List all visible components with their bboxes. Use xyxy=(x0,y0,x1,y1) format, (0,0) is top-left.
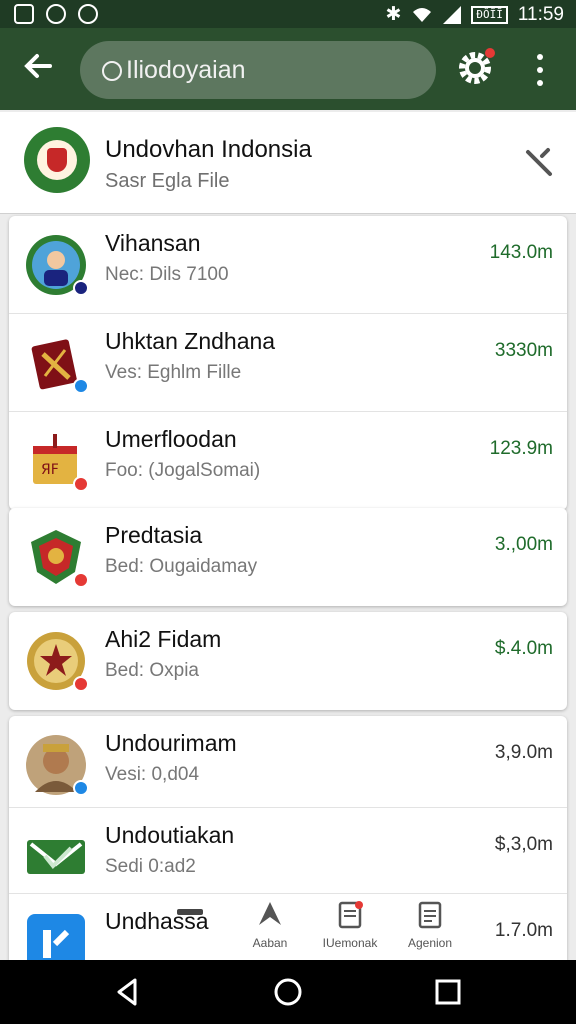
tab-iuemonak[interactable]: IUemonak xyxy=(310,895,390,959)
recents-icon[interactable] xyxy=(432,976,464,1008)
gallery-icon xyxy=(14,4,34,24)
item-size: 143.0m xyxy=(489,242,553,263)
list-item[interactable]: Ahi2 Fidam Bed: Oxpia $.4.0m xyxy=(9,612,567,710)
tab-agenion[interactable]: Agenion xyxy=(390,895,470,959)
item-size: 3,9.0m xyxy=(494,742,553,763)
list-item[interactable]: ЯF Umerfloodan Foo: (JogalSomai) 123.9m xyxy=(9,412,567,510)
emblem-logo xyxy=(24,127,90,193)
item-name: Ahi2 Fidam xyxy=(105,626,222,652)
tab-label: Agenion xyxy=(407,936,453,950)
app-icon xyxy=(25,234,89,296)
notification-dot xyxy=(485,48,495,58)
home-icon[interactable] xyxy=(272,976,304,1008)
item-name: Undourimam xyxy=(105,730,237,756)
item-name: Predtasia xyxy=(105,522,203,548)
svg-text:ЯF: ЯF xyxy=(41,462,59,478)
file-group-card: Vihansan Nec: Dils 7100 143.0m Uhktan Zn… xyxy=(9,216,567,510)
item-size: 123.9m xyxy=(489,438,553,459)
tools-icon[interactable] xyxy=(522,146,556,180)
mail-icon xyxy=(25,826,87,888)
item-subtitle: Nec: Dils 7100 xyxy=(105,264,229,285)
file-card: Predtasia Bed: Ougaidamay 3.,00m xyxy=(9,508,567,606)
document-icon xyxy=(418,901,442,929)
search-icon xyxy=(102,61,122,81)
item-size: 3330m xyxy=(494,340,553,361)
back-icon[interactable] xyxy=(111,976,143,1008)
tab-label: Aaban xyxy=(252,936,288,950)
arrow-left-icon xyxy=(24,54,52,78)
header-title: Undovhan Indonsia xyxy=(105,136,312,163)
signal-icon xyxy=(443,5,462,24)
clock: 11:59 xyxy=(517,3,564,25)
app-bar: Iliodoyaian xyxy=(0,28,576,110)
item-name: Undoutiakan xyxy=(105,822,235,848)
more-options-button[interactable] xyxy=(530,54,550,86)
status-badge xyxy=(73,378,89,394)
folder-icon xyxy=(177,909,203,915)
tab-label: IUemonak xyxy=(322,936,378,950)
item-size: 1.7.0m xyxy=(494,920,553,941)
settings-button[interactable] xyxy=(457,48,495,86)
battery-icon: ĐŎĨĨ xyxy=(471,5,508,24)
app-icon xyxy=(25,332,89,394)
doc-notify-icon xyxy=(338,901,363,929)
status-badge xyxy=(73,572,89,588)
header-subtitle: Sasr Egla File xyxy=(105,170,230,192)
status-badge xyxy=(73,780,89,796)
camera-icon xyxy=(78,4,98,24)
item-size: 3.,00m xyxy=(494,534,553,555)
tab-aaban[interactable]: Aaban xyxy=(230,895,310,959)
search-input[interactable]: Iliodoyaian xyxy=(80,41,436,99)
app-icon xyxy=(25,526,89,588)
item-subtitle: Foo: (JogalSomai) xyxy=(105,460,261,481)
send-icon xyxy=(259,902,281,925)
item-subtitle: Bed: Ougaidamay xyxy=(105,556,258,577)
status-bar: ✱ ĐŎĨĨ 11:59 xyxy=(0,0,576,28)
header-card[interactable]: Undovhan Indonsia Sasr Egla File xyxy=(0,112,576,214)
file-card: Ahi2 Fidam Bed: Oxpia $.4.0m xyxy=(9,612,567,710)
item-name: Uhktan Zndhana xyxy=(105,328,276,354)
list-item[interactable]: Uhktan Zndhana Ves: Eghlm Fille 3330m xyxy=(9,314,567,412)
avatar xyxy=(25,734,89,796)
item-subtitle: Bed: Oxpia xyxy=(105,660,199,681)
item-subtitle: Ves: Eghlm Fille xyxy=(105,362,242,383)
search-text: Iliodoyaian xyxy=(126,56,246,84)
list-item[interactable]: Predtasia Bed: Ougaidamay 3.,00m xyxy=(9,508,567,606)
wifi-icon xyxy=(413,7,432,22)
tab-folder[interactable] xyxy=(150,895,230,959)
app-icon xyxy=(25,912,87,966)
item-size: $.4.0m xyxy=(494,638,553,659)
list-item[interactable]: Undourimam Vesi: 0,d04 3,9.0m xyxy=(9,716,567,808)
item-name: Vihansan xyxy=(105,230,201,256)
app-icon: ЯF xyxy=(25,430,89,492)
bluetooth-icon: ✱ xyxy=(385,4,402,25)
status-badge xyxy=(73,280,89,296)
status-badge xyxy=(73,676,89,692)
status-badge xyxy=(73,476,89,492)
item-subtitle: Sedi 0:ad2 xyxy=(105,856,196,877)
list-item[interactable]: Vihansan Nec: Dils 7100 143.0m xyxy=(9,216,567,314)
item-subtitle: Vesi: 0,d04 xyxy=(105,764,200,785)
chrome-icon xyxy=(46,4,66,24)
list-item[interactable]: Undoutiakan Sedi 0:ad2 $,3,0m xyxy=(9,808,567,894)
back-button[interactable] xyxy=(20,48,60,88)
app-icon xyxy=(25,630,89,692)
system-nav-bar xyxy=(0,960,576,1024)
bottom-tab-bar: Aaban IUemonak Agenion xyxy=(150,895,470,959)
item-name: Umerfloodan xyxy=(105,426,237,452)
item-size: $,3,0m xyxy=(494,834,553,855)
